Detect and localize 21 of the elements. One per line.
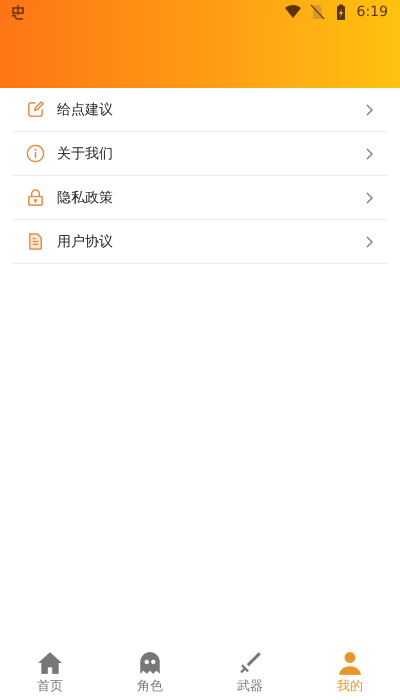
info-icon bbox=[26, 144, 45, 163]
menu-item[interactable]: 隐私政策 bbox=[12, 176, 388, 220]
no-sim-icon bbox=[308, 4, 325, 20]
tab[interactable]: 武器 bbox=[200, 644, 300, 700]
edit-icon bbox=[26, 100, 45, 119]
chevron-icon bbox=[366, 236, 374, 248]
chevron-icon bbox=[366, 192, 374, 204]
person-icon bbox=[337, 650, 363, 676]
lock-icon bbox=[26, 188, 45, 207]
chevron-icon bbox=[366, 104, 374, 116]
home-icon bbox=[37, 650, 63, 676]
document-icon bbox=[26, 232, 45, 251]
wifi-icon bbox=[284, 4, 301, 20]
status-time: 6:19 bbox=[356, 4, 388, 20]
menu-item[interactable]: 给点建议 bbox=[12, 88, 388, 132]
menu-item[interactable]: 用户协议 bbox=[12, 220, 388, 264]
menu-item[interactable]: 关于我们 bbox=[12, 132, 388, 176]
tab[interactable]: 角色 bbox=[100, 644, 200, 700]
chevron-icon bbox=[366, 148, 374, 160]
app-notification-icon bbox=[10, 4, 26, 20]
tab[interactable]: 首页 bbox=[0, 644, 100, 700]
